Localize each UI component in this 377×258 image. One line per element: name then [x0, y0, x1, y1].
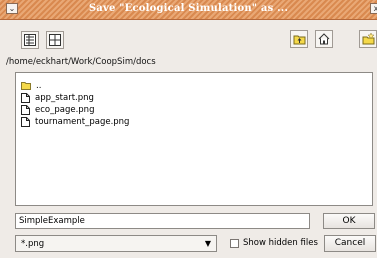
list-item-label: ..	[36, 80, 42, 91]
home-button[interactable]	[315, 30, 333, 48]
list-item-label: eco_page.png	[35, 104, 95, 115]
title-bar[interactable]: ⌄ Save "Ecological Simulation" as ... x	[0, 0, 377, 20]
list-view-icon	[49, 34, 61, 46]
file-type-value: *.png	[21, 239, 45, 249]
folder-up-icon	[293, 35, 305, 45]
list-item[interactable]: app_start.png	[21, 92, 94, 103]
folder-icon	[21, 82, 31, 90]
show-hidden-checkbox[interactable]	[230, 239, 239, 248]
file-type-select[interactable]: *.png ▼	[15, 235, 217, 252]
list-item-label: tournament_page.png	[35, 116, 130, 127]
ok-button[interactable]: OK	[323, 213, 375, 229]
cancel-button[interactable]: Cancel	[324, 235, 376, 252]
file-icon	[21, 104, 30, 115]
list-view-button[interactable]	[46, 31, 64, 49]
new-folder-button[interactable]	[359, 30, 377, 48]
new-folder-icon	[362, 33, 375, 45]
list-item-parent-folder[interactable]: ..	[21, 80, 41, 91]
file-list[interactable]: .. app_start.png eco_page.png tournament…	[15, 72, 373, 206]
file-icon	[21, 116, 30, 127]
detail-view-button[interactable]	[21, 31, 39, 49]
detail-view-icon	[24, 34, 36, 46]
list-item[interactable]: tournament_page.png	[21, 116, 129, 127]
window-title: Save "Ecological Simulation" as ...	[88, 3, 289, 14]
file-icon	[21, 92, 30, 103]
list-item-label: app_start.png	[35, 92, 94, 103]
parent-directory-button[interactable]	[290, 30, 308, 48]
dropdown-arrow-icon: ▼	[204, 239, 211, 248]
home-icon	[318, 33, 330, 45]
close-icon: x	[373, 4, 377, 13]
filename-input[interactable]	[15, 213, 310, 229]
show-hidden-label: Show hidden files	[243, 238, 318, 248]
close-button[interactable]: x	[370, 3, 377, 14]
list-item[interactable]: eco_page.png	[21, 104, 94, 115]
current-path: /home/eckhart/Work/CoopSim/docs	[6, 57, 156, 67]
